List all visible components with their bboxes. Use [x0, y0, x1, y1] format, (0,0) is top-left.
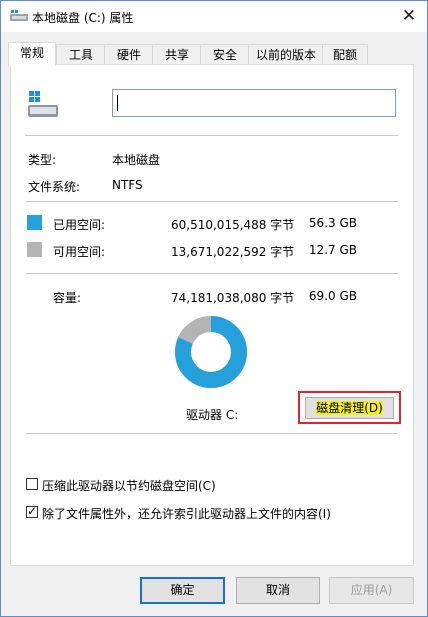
- capacity-label: 容量:: [53, 291, 82, 305]
- free-space-label: 可用空间:: [53, 245, 106, 259]
- used-space-bytes: 60,510,015,488 字节: [171, 218, 295, 232]
- local-disk-icon: [28, 91, 58, 117]
- free-space-bytes: 13,671,022,592 字节: [171, 245, 295, 259]
- free-space-swatch: [27, 242, 42, 257]
- type-value: 本地磁盘: [112, 153, 161, 167]
- tab-previous-versions[interactable]: 以前的版本: [248, 44, 324, 65]
- tab-sharing[interactable]: 共享: [152, 44, 202, 65]
- separator: [25, 273, 398, 274]
- disk-usage-donut: [175, 316, 247, 388]
- text-caret: [117, 95, 118, 111]
- volume-name-input[interactable]: [112, 89, 396, 117]
- disk-cleanup-button[interactable]: 磁盘清理(D): [305, 397, 394, 419]
- tab-security[interactable]: 安全: [200, 44, 250, 65]
- separator: [25, 201, 398, 202]
- index-checkbox[interactable]: ✓: [26, 504, 38, 518]
- capacity-gb: 69.0 GB: [308, 289, 357, 303]
- drive-icon: [10, 10, 28, 21]
- filesystem-label: 文件系统:: [28, 180, 81, 194]
- ok-button[interactable]: 确定: [140, 577, 225, 604]
- title-bar: 本地磁盘 (C:) 属性 ✕: [1, 1, 427, 32]
- tab-general[interactable]: 常规: [8, 42, 56, 66]
- type-label: 类型:: [28, 153, 57, 167]
- close-icon: ✕: [401, 6, 417, 26]
- disk-cleanup-label: 磁盘清理(D): [316, 401, 383, 415]
- used-space-label: 已用空间:: [53, 218, 106, 232]
- compress-label: 压缩此驱动器以节约磁盘空间(C): [42, 479, 216, 493]
- tab-hardware[interactable]: 硬件: [104, 44, 154, 65]
- close-button[interactable]: ✕: [395, 3, 423, 29]
- separator: [25, 135, 398, 136]
- window-title: 本地磁盘 (C:) 属性: [32, 11, 134, 25]
- free-space-gb: 12.7 GB: [308, 243, 357, 257]
- filesystem-value: NTFS: [112, 178, 143, 192]
- compress-checkbox[interactable]: [26, 478, 38, 490]
- capacity-bytes: 74,181,038,080 字节: [171, 291, 295, 305]
- apply-button[interactable]: 应用(A): [329, 577, 414, 604]
- properties-window: 本地磁盘 (C:) 属性 ✕ 常规 工具 硬件 共享 安全 以前的版本 配额 类…: [0, 0, 428, 617]
- drive-label: 驱动器 C:: [186, 408, 239, 422]
- tab-tools[interactable]: 工具: [56, 44, 106, 65]
- tab-quota[interactable]: 配额: [322, 44, 368, 65]
- used-space-gb: 56.3 GB: [308, 216, 357, 230]
- used-space-swatch: [27, 215, 42, 230]
- cancel-button[interactable]: 取消: [236, 577, 320, 604]
- separator: [25, 433, 398, 434]
- index-label: 除了文件属性外，还允许索引此驱动器上文件的内容(I): [42, 507, 331, 521]
- check-icon: ✓: [27, 504, 38, 518]
